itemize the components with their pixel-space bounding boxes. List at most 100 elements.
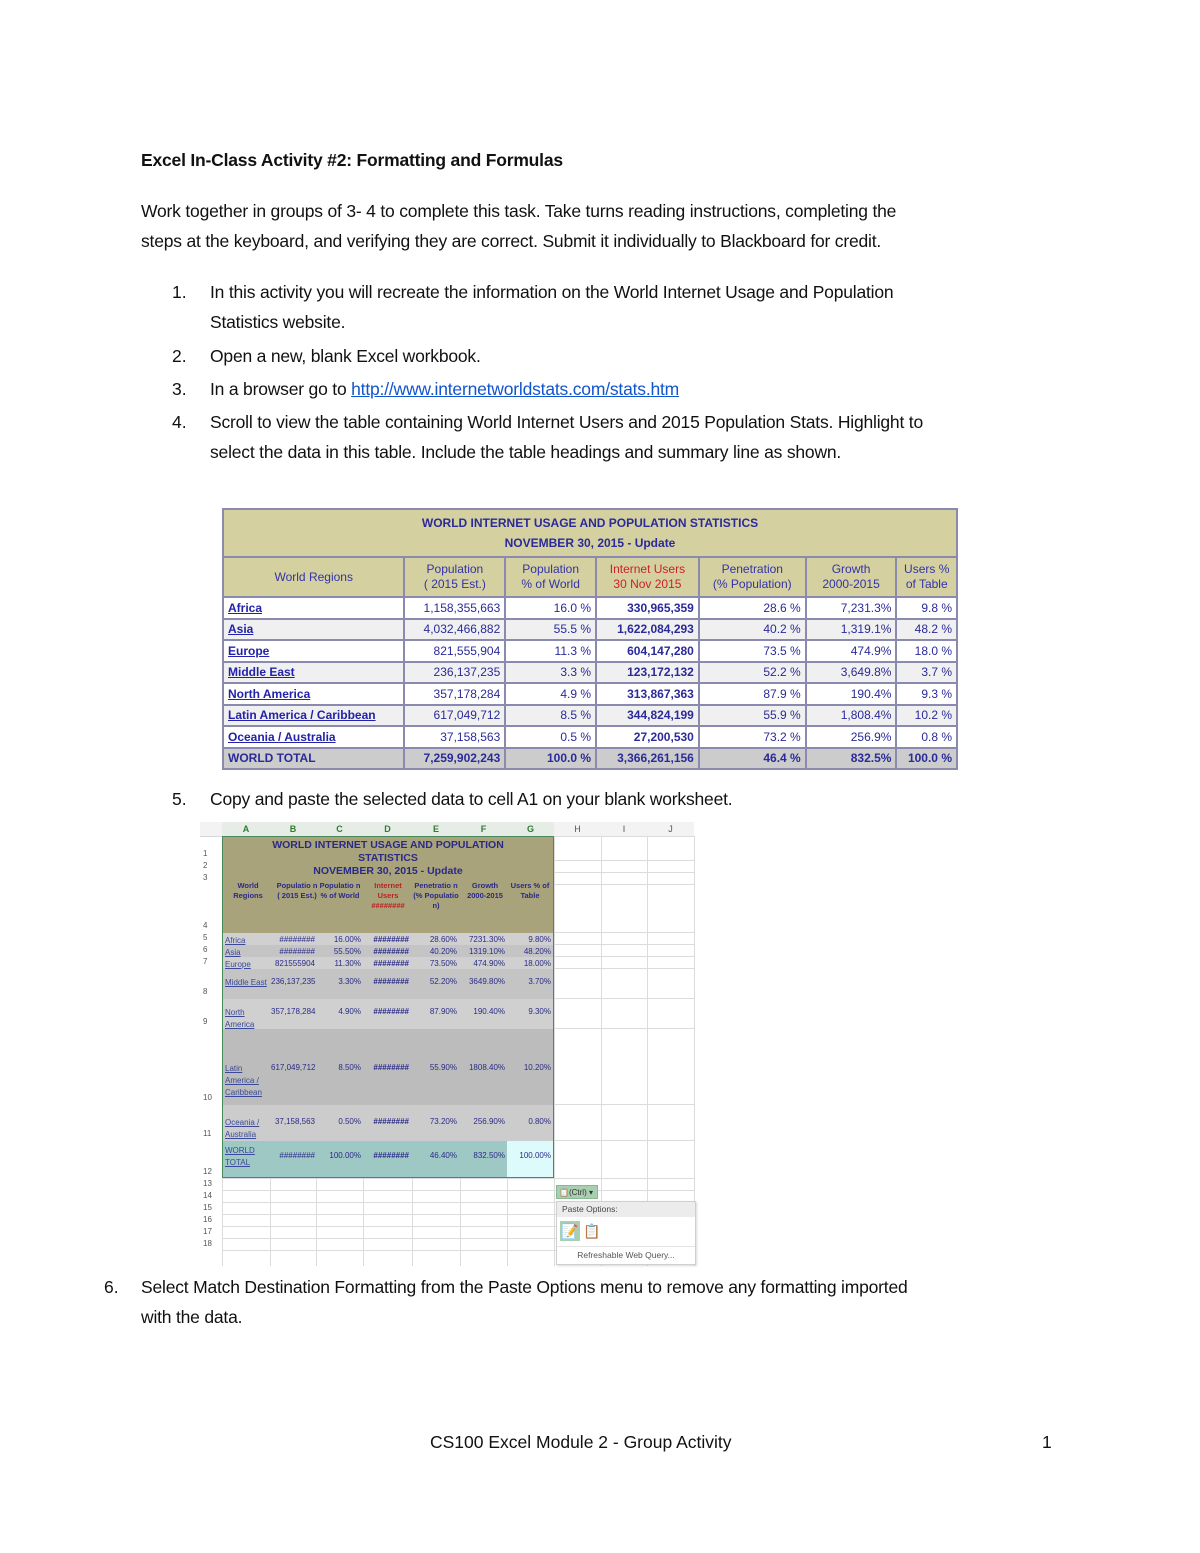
excel-cell-internet-users: ######## xyxy=(373,977,409,986)
region-link[interactable]: Latin America / Caribbean xyxy=(221,703,406,727)
cell-growth: 1,319.1% xyxy=(804,617,898,641)
excel-region-link[interactable]: Asia xyxy=(225,947,269,959)
cell-population: 37,158,563 xyxy=(403,725,507,749)
step-number: 2. xyxy=(172,346,187,366)
column-header: Users % of Table xyxy=(895,556,958,598)
excel-region-link[interactable]: Latin America / Caribbean xyxy=(225,1063,269,1099)
gridline xyxy=(412,1178,413,1266)
row-header[interactable]: 6 xyxy=(200,945,222,956)
excel-region-link[interactable]: North America xyxy=(225,1007,269,1031)
cell-pct-world: 55.5 % xyxy=(504,617,598,641)
select-all-corner[interactable] xyxy=(200,822,222,837)
table-title-line-1: WORLD INTERNET USAGE AND POPULATION STAT… xyxy=(421,516,759,530)
excel-region-link[interactable]: Middle East xyxy=(225,977,269,989)
column-header-d[interactable]: D xyxy=(363,822,412,837)
paste-options-title: Paste Options: xyxy=(557,1202,695,1217)
excel-cell-population: ######## xyxy=(279,935,315,944)
column-header-f[interactable]: F xyxy=(460,822,507,837)
region-link[interactable]: Oceania / Australia xyxy=(221,725,406,749)
step-1-line-2: Statistics website. xyxy=(210,312,346,332)
keep-source-formatting-icon[interactable]: 📋 xyxy=(582,1221,602,1241)
row-header[interactable]: 9 xyxy=(200,1017,222,1028)
table-row: Africa 1,158,355,663 16.0 % 330,965,359 28.6… xyxy=(221,596,958,620)
cell-pct-world: 11.3 % xyxy=(504,639,598,663)
row-header[interactable]: 17 xyxy=(200,1227,222,1238)
column-header-i[interactable]: I xyxy=(601,822,647,837)
region-link[interactable]: North America xyxy=(221,682,406,706)
cell-internet-users: 344,824,199 xyxy=(595,703,700,727)
row-header[interactable]: 2 xyxy=(200,861,222,872)
row-header[interactable]: 1 xyxy=(200,849,222,860)
cell-population: 236,137,235 xyxy=(403,660,507,684)
stats-website-link[interactable]: http://www.internetworldstats.com/stats.… xyxy=(351,379,679,399)
row-header[interactable]: 4 xyxy=(200,921,222,932)
excel-cell-internet-users: ######## xyxy=(373,1007,409,1016)
column-header-g[interactable]: G xyxy=(507,822,554,837)
table-row: Asia 4,032,466,882 55.5 % 1,622,084,293 40.2… xyxy=(221,617,958,641)
cell-penetration: 28.6 % xyxy=(697,596,807,620)
match-destination-formatting-icon[interactable]: 📝 xyxy=(560,1221,580,1241)
row-header[interactable]: 5 xyxy=(200,933,222,944)
excel-cell-pct-world: 16.00% xyxy=(333,935,361,944)
row-header[interactable]: 13 xyxy=(200,1179,222,1190)
excel-cell-population: ######## xyxy=(279,1151,315,1160)
cell-users-pct: 0.8 % xyxy=(895,725,958,749)
row-header[interactable]: 10 xyxy=(200,1093,222,1104)
intro-paragraph-line-2: steps at the keyboard, and verifying the… xyxy=(141,231,882,251)
total-population: 7,259,902,243 xyxy=(403,746,507,770)
row-header[interactable]: 18 xyxy=(200,1239,222,1250)
region-link[interactable]: Middle East xyxy=(221,660,406,684)
cell-users-pct: 9.8 % xyxy=(895,596,958,620)
column-header-c[interactable]: C xyxy=(316,822,363,837)
gridline xyxy=(222,1178,694,1179)
row-header[interactable]: 3 xyxy=(200,873,222,884)
column-header-e[interactable]: E xyxy=(412,822,460,837)
cell-population: 1,158,355,663 xyxy=(403,596,507,620)
cell-penetration: 40.2 % xyxy=(697,617,807,641)
excel-title-line-3: NOVEMBER 30, 2015 - Update xyxy=(313,865,463,877)
excel-region-link[interactable]: WORLD TOTAL xyxy=(225,1145,269,1169)
step-number: 5. xyxy=(172,789,187,809)
excel-cell-population: 236,137,235 xyxy=(271,977,316,986)
cell-pct-world: 4.9 % xyxy=(504,682,598,706)
gridline xyxy=(222,1190,694,1191)
pasted-data-range[interactable]: WORLD INTERNET USAGE AND POPULATION STATI… xyxy=(222,836,554,1178)
table-row: North America 357,178,284 4.9 % 313,867,363… xyxy=(221,682,958,706)
row-header[interactable]: 12 xyxy=(200,1167,222,1178)
excel-cell-users-pct: 10.20% xyxy=(523,1063,551,1072)
gridline xyxy=(316,1178,317,1266)
refreshable-web-query-option[interactable]: Refreshable Web Query... xyxy=(557,1246,695,1263)
cell-internet-users: 1,622,084,293 xyxy=(595,617,700,641)
row-header[interactable]: 16 xyxy=(200,1215,222,1226)
column-header-j[interactable]: J xyxy=(647,822,694,837)
cell-population: 821,555,904 xyxy=(403,639,507,663)
column-header-a[interactable]: A xyxy=(222,822,270,837)
region-link[interactable]: Asia xyxy=(221,617,406,641)
cell-pct-world: 8.5 % xyxy=(504,703,598,727)
row-header[interactable]: 14 xyxy=(200,1191,222,1202)
excel-cell-growth: 832.50% xyxy=(473,1151,505,1160)
step-4-line-1: Scroll to view the table containing Worl… xyxy=(210,412,923,432)
excel-cell-penetration: 28.60% xyxy=(429,935,457,944)
excel-cell-users-pct: 3.70% xyxy=(528,977,551,986)
region-link[interactable]: Africa xyxy=(221,596,406,620)
excel-paste-screenshot: A B C D E F G H I J 1 2 3 4 5 6 7 8 9 10 11 12 13 14 15 16 17 18 WOR… xyxy=(200,822,696,1266)
paste-options-button[interactable]: 📋(Ctrl) ▾ xyxy=(556,1185,598,1199)
gridline xyxy=(460,1178,461,1266)
row-header[interactable]: 11 xyxy=(200,1129,222,1140)
excel-title-line-2: STATISTICS xyxy=(358,852,418,864)
step-3-label: In a browser go to xyxy=(210,379,352,399)
cell-penetration: 73.5 % xyxy=(697,639,807,663)
excel-region-link[interactable]: Oceania / Australia xyxy=(225,1117,269,1141)
table-row: Europe 821,555,904 11.3 % 604,147,280 73.5 %… xyxy=(221,639,958,663)
row-header[interactable]: 7 xyxy=(200,957,222,968)
excel-column-header: Populatio n ( 2015 Est.) xyxy=(276,881,318,900)
excel-region-link[interactable]: Africa xyxy=(225,935,269,947)
column-header-h[interactable]: H xyxy=(554,822,601,837)
column-header-b[interactable]: B xyxy=(270,822,316,837)
excel-region-link[interactable]: Europe xyxy=(225,959,269,971)
row-header[interactable]: 8 xyxy=(200,987,222,998)
row-header[interactable]: 15 xyxy=(200,1203,222,1214)
region-link[interactable]: Europe xyxy=(221,639,406,663)
table-header-row: World Regions Population( 2015 Est.) Pop… xyxy=(221,556,958,598)
